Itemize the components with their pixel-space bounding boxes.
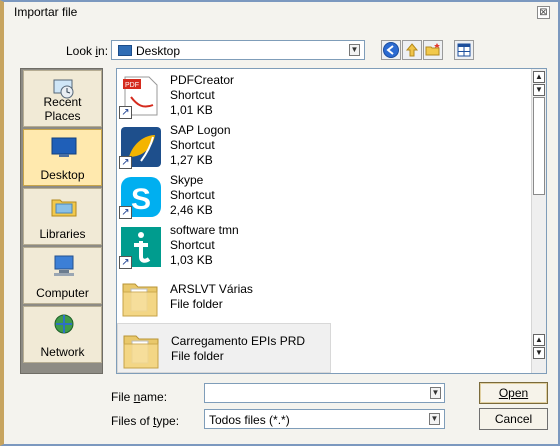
- file-size: 1,27 KB: [170, 153, 213, 167]
- file-name: PDFCreator: [170, 73, 235, 87]
- scroll-down-icon[interactable]: ▼: [533, 84, 545, 96]
- shortcut-arrow-icon: ↗: [119, 156, 132, 169]
- files-of-type-label: Files of type:: [111, 414, 180, 428]
- libraries-icon: [51, 199, 77, 217]
- file-list[interactable]: PDF ↗ PDFCreator Shortcut 1,01 KB ↗ SAP …: [116, 68, 547, 374]
- dialog-title: Importar file: [14, 5, 78, 19]
- computer-icon: [54, 255, 74, 276]
- cancel-button[interactable]: Cancel: [479, 408, 548, 430]
- scroll-up-icon[interactable]: ▲: [533, 334, 545, 346]
- file-name: ARSLVT Várias: [170, 282, 253, 296]
- place-label: Recent Places: [43, 95, 82, 123]
- file-name: software tmn: [170, 223, 239, 237]
- vertical-scrollbar[interactable]: ▲ ▼ ▲ ▼: [531, 69, 546, 373]
- list-item-sap-logon[interactable]: ↗ SAP Logon Shortcut 1,27 KB: [117, 121, 331, 171]
- place-label: Libraries: [39, 227, 86, 241]
- new-folder-button[interactable]: [423, 40, 443, 60]
- place-libraries[interactable]: Libraries: [23, 188, 102, 245]
- file-name: Carregamento EPIs PRD: [171, 334, 306, 348]
- chevron-down-icon[interactable]: ▼: [429, 413, 440, 425]
- file-type-dropdown[interactable]: Todos files (*.*) ▼: [204, 409, 445, 429]
- file-name: Skype: [170, 173, 204, 187]
- import-file-dialog: Importar file ⊠ Look in: Desktop ▼ Recen…: [0, 0, 560, 446]
- folder-icon: [120, 328, 164, 372]
- place-computer[interactable]: Computer: [23, 247, 102, 304]
- pdfcreator-icon: PDF ↗: [119, 75, 163, 119]
- new-folder-icon: [425, 43, 440, 56]
- file-name-input[interactable]: [204, 383, 445, 403]
- shortcut-arrow-icon: ↗: [119, 206, 132, 219]
- place-label: Network: [40, 345, 85, 359]
- close-button[interactable]: ⊠: [537, 6, 550, 19]
- back-arrow-icon: [383, 42, 399, 58]
- place-label: Desktop: [40, 168, 85, 182]
- file-type: Shortcut: [170, 238, 215, 252]
- network-icon: [54, 314, 74, 334]
- file-size: 2,46 KB: [170, 203, 213, 217]
- file-name-label: File name:: [111, 390, 168, 404]
- list-item-carregamento-epis-prd[interactable]: Carregamento EPIs PRD File folder: [117, 323, 331, 373]
- file-size: 1,03 KB: [170, 253, 213, 267]
- list-item-skype[interactable]: S ↗ Skype Shortcut 2,46 KB: [117, 171, 331, 221]
- file-type: File folder: [170, 297, 223, 311]
- chevron-down-icon[interactable]: ▼: [349, 44, 360, 56]
- desktop-icon: [51, 137, 77, 157]
- scroll-up-icon[interactable]: ▲: [533, 71, 545, 83]
- list-item-pdfcreator[interactable]: PDF ↗ PDFCreator Shortcut 1,01 KB: [117, 71, 331, 121]
- file-type: Shortcut: [170, 188, 215, 202]
- svg-text:S: S: [131, 183, 151, 216]
- up-folder-button[interactable]: [402, 40, 422, 60]
- list-item-software-tmn[interactable]: ↗ software tmn Shortcut 1,03 KB: [117, 221, 331, 271]
- place-network[interactable]: Network: [23, 306, 102, 363]
- file-type: Shortcut: [170, 138, 215, 152]
- place-label: Computer: [36, 286, 89, 300]
- view-menu-button[interactable]: [454, 40, 474, 60]
- back-button[interactable]: [381, 40, 401, 60]
- file-type: File folder: [171, 349, 224, 363]
- folder-icon: [119, 276, 163, 320]
- open-label: Open: [498, 386, 529, 400]
- file-name: SAP Logon: [170, 123, 231, 137]
- open-button[interactable]: Open: [479, 382, 548, 404]
- sap-logon-icon: ↗: [119, 125, 163, 169]
- places-bar: Recent Places Desktop Libraries Computer: [20, 68, 103, 374]
- list-item-arslvt-varias[interactable]: ARSLVT Várias File folder: [117, 272, 331, 322]
- look-in-value: Desktop: [136, 44, 181, 58]
- file-size: 1,01 KB: [170, 103, 213, 117]
- skype-icon: S ↗: [119, 175, 163, 219]
- shortcut-arrow-icon: ↗: [119, 256, 132, 269]
- svg-text:PDF: PDF: [125, 82, 139, 89]
- look-in-label: Look in:: [66, 44, 109, 58]
- scroll-down-icon[interactable]: ▼: [533, 347, 545, 359]
- file-type-value: Todos files (*.*): [209, 413, 290, 427]
- file-type: Shortcut: [170, 88, 215, 102]
- up-folder-icon: [405, 43, 419, 57]
- place-recent-places[interactable]: Recent Places: [23, 70, 102, 127]
- view-menu-icon: [457, 43, 471, 57]
- shortcut-arrow-icon: ↗: [119, 106, 132, 119]
- look-in-dropdown[interactable]: Desktop ▼: [111, 40, 365, 60]
- chevron-down-icon[interactable]: ▼: [430, 387, 441, 399]
- software-tmn-icon: ↗: [119, 225, 163, 269]
- scroll-thumb[interactable]: [533, 97, 545, 195]
- title-bar: Importar file ⊠: [4, 2, 558, 22]
- place-desktop[interactable]: Desktop: [23, 129, 102, 186]
- desktop-folder-icon: [118, 45, 132, 56]
